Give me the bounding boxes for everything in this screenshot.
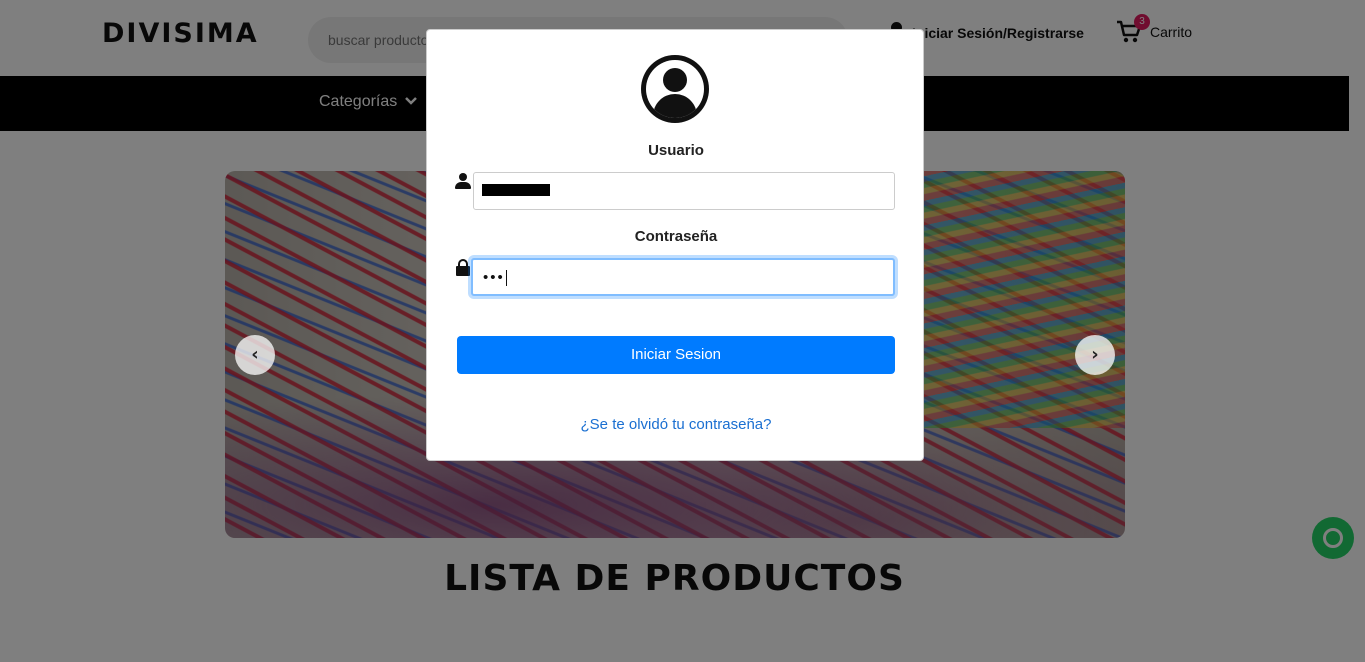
username-field[interactable] xyxy=(473,172,895,210)
carousel-prev-button[interactable]: ‹ xyxy=(235,335,275,375)
password-field[interactable]: ••• xyxy=(471,258,895,296)
password-value: ••• xyxy=(483,269,505,286)
password-label: Contraseña xyxy=(634,228,718,245)
carousel-next-button[interactable]: › xyxy=(1075,335,1115,375)
chevron-right-icon: › xyxy=(1091,344,1099,365)
redacted-username xyxy=(482,184,550,196)
username-label: Usuario xyxy=(648,142,704,159)
user-avatar-icon xyxy=(641,55,709,123)
login-button[interactable]: Iniciar Sesion xyxy=(457,336,895,374)
forgot-password-link[interactable]: ¿Se te olvidó tu contraseña? xyxy=(427,416,925,433)
text-caret xyxy=(505,270,507,287)
lock-icon xyxy=(455,259,471,277)
login-modal: Usuario Contraseña ••• Iniciar Sesion ¿S… xyxy=(426,29,924,461)
chevron-left-icon: ‹ xyxy=(251,344,259,365)
user-icon xyxy=(455,173,471,191)
